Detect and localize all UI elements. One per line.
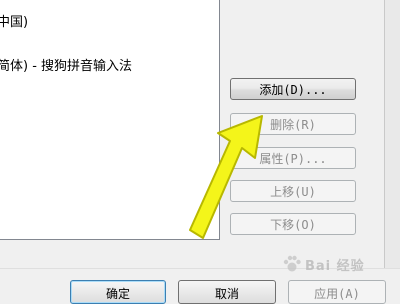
- move-down-button[interactable]: 下移(O): [230, 213, 356, 235]
- cancel-button[interactable]: 取消: [178, 280, 276, 304]
- dialog-frame-edge: [384, 0, 400, 268]
- add-button[interactable]: 添加(D)...: [230, 78, 356, 100]
- remove-button[interactable]: 删除(R): [230, 113, 356, 135]
- ok-button[interactable]: 确定: [70, 280, 166, 304]
- input-language-list[interactable]: 中国) 简体) - 搜狗拼音输入法: [0, 0, 220, 240]
- list-item[interactable]: 简体) - 搜狗拼音输入法: [0, 55, 132, 74]
- baidu-watermark: Bai 经验: [282, 252, 398, 276]
- watermark-text: Bai 经验: [305, 258, 365, 274]
- move-up-button[interactable]: 上移(U): [230, 180, 356, 202]
- dialog-body: 中国) 简体) - 搜狗拼音输入法 添加(D)... 删除(R) 属性(P)..…: [0, 0, 384, 268]
- apply-button[interactable]: 应用(A): [288, 280, 386, 304]
- list-item[interactable]: 中国): [0, 11, 28, 30]
- paw-icon: [283, 255, 301, 272]
- properties-button[interactable]: 属性(P)...: [230, 147, 356, 169]
